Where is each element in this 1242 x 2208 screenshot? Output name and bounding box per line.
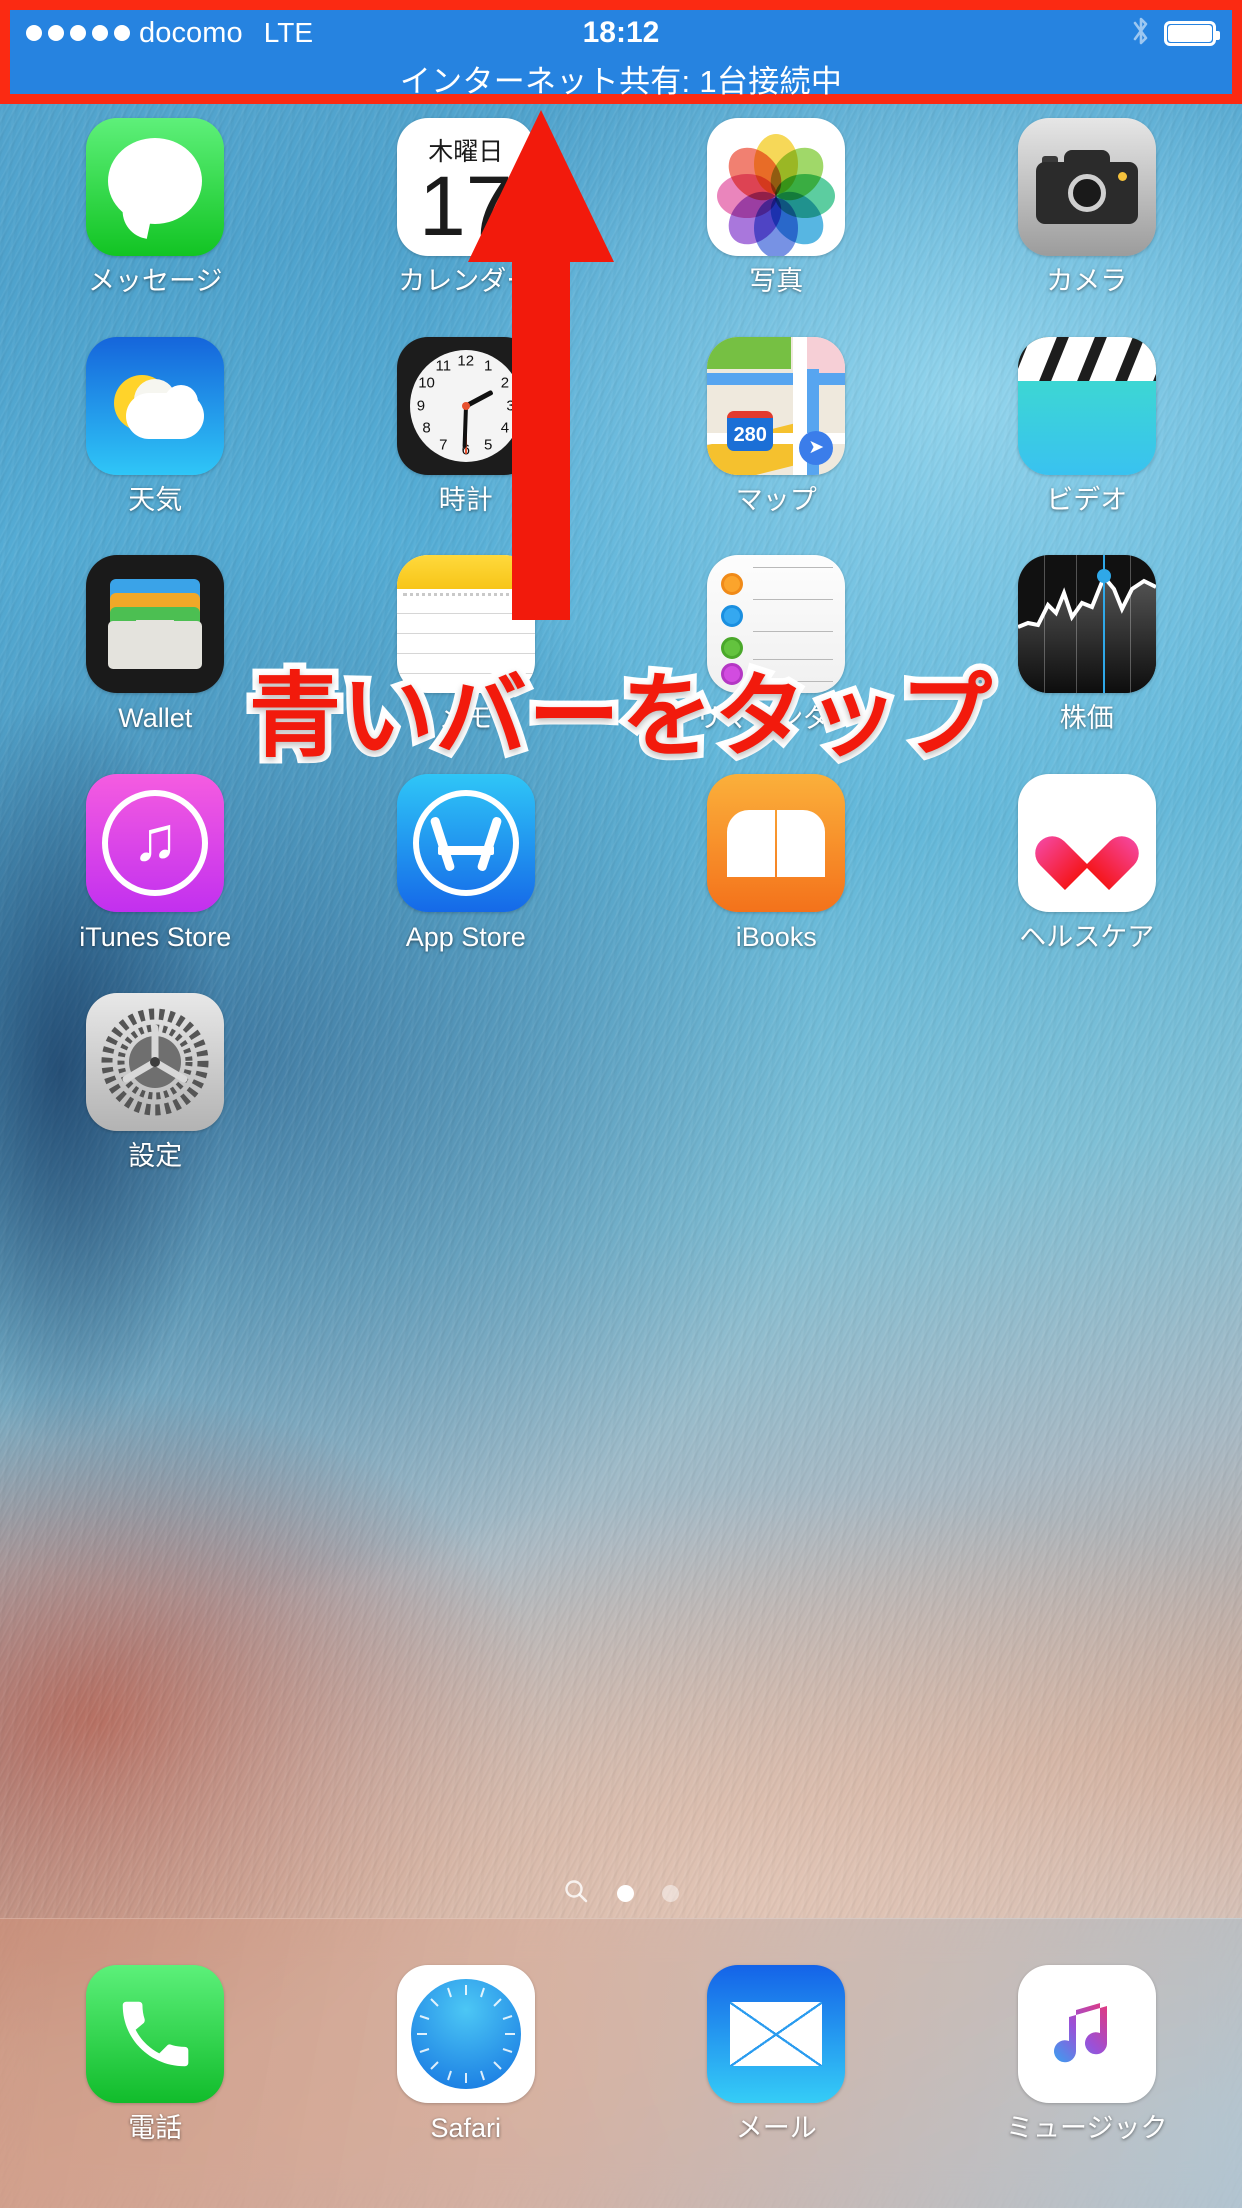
itunes-store-icon[interactable]: ♫: [86, 774, 225, 913]
page-dot-2[interactable]: [662, 1885, 679, 1902]
app-messages[interactable]: メッセージ: [0, 118, 311, 297]
iphone-home-screen: docomo LTE 18:12 インターネット共有: 1台接続中 メッセージ: [0, 0, 1242, 2208]
battery-full-icon: [1164, 20, 1220, 46]
app-label: 写真: [749, 266, 804, 296]
callout-text: 青いバーをタップ: [242, 657, 998, 777]
app-app-store[interactable]: App Store: [311, 774, 622, 953]
app-label: App Store: [405, 922, 526, 953]
app-label: 時計: [438, 484, 493, 515]
phone-icon[interactable]: [86, 1965, 225, 2103]
camera-icon[interactable]: [1017, 118, 1156, 256]
app-label: カレンダー: [398, 266, 534, 296]
page-indicator: [0, 1878, 1242, 1909]
ibooks-icon[interactable]: [707, 774, 846, 913]
page-dot-1[interactable]: [617, 1885, 634, 1902]
settings-gear-icon[interactable]: [86, 992, 225, 1131]
dock-label: Safari: [430, 2113, 502, 2143]
app-itunes-store[interactable]: ♫ iTunes Store: [0, 774, 311, 953]
app-label: メッセージ: [88, 266, 223, 296]
app-store-icon[interactable]: [396, 774, 535, 913]
messages-icon[interactable]: [86, 118, 225, 256]
calendar-icon[interactable]: 木曜日 17: [396, 118, 535, 256]
dock: 電話 Safari メール ミュージック: [0, 1918, 1242, 2208]
app-health[interactable]: ヘルスケア: [932, 774, 1242, 953]
app-camera[interactable]: カメラ: [932, 118, 1242, 297]
photos-icon[interactable]: [707, 118, 846, 256]
weather-icon[interactable]: [86, 336, 225, 475]
videos-icon[interactable]: [1017, 336, 1156, 475]
health-icon[interactable]: [1017, 774, 1156, 913]
status-bar[interactable]: docomo LTE 18:12 インターネット共有: 1台接続中: [10, 10, 1232, 99]
app-clock[interactable]: 12 1 2 3 4 5 6 7 8 9 10 11: [311, 336, 622, 516]
status-bar-top-row: docomo LTE 18:12: [10, 10, 1232, 56]
app-photos[interactable]: 写真: [621, 118, 932, 297]
navigation-arrow-icon: ➤: [799, 430, 834, 465]
map-route-shield: 280: [727, 410, 774, 451]
dock-label: ミュージック: [1006, 2113, 1168, 2143]
app-label: マップ: [735, 484, 817, 515]
status-bar-clock: 18:12: [582, 16, 660, 49]
dock-safari[interactable]: Safari: [311, 1965, 622, 2144]
app-label: 天気: [128, 484, 183, 515]
mail-envelope-icon[interactable]: [707, 1965, 846, 2103]
dock-label: 電話: [128, 2113, 183, 2143]
dock-mail[interactable]: メール: [621, 1965, 932, 2144]
dock-music[interactable]: ミュージック: [932, 1965, 1242, 2144]
search-icon[interactable]: [563, 1878, 589, 1909]
clock-icon[interactable]: 12 1 2 3 4 5 6 7 8 9 10 11: [396, 336, 535, 475]
music-note-icon[interactable]: [1017, 1965, 1156, 2103]
hotspot-banner[interactable]: インターネット共有: 1台接続中: [10, 54, 1232, 102]
app-weather[interactable]: 天気: [0, 336, 311, 516]
app-settings[interactable]: 設定: [0, 992, 311, 1172]
app-label: カメラ: [1046, 266, 1128, 296]
dock-label: メール: [735, 2113, 817, 2143]
app-videos[interactable]: ビデオ: [932, 336, 1242, 516]
app-label: iTunes Store: [79, 922, 232, 953]
hotspot-highlight-frame: docomo LTE 18:12 インターネット共有: 1台接続中: [0, 0, 1242, 104]
app-label: ヘルスケア: [1019, 922, 1155, 953]
app-label: 設定: [128, 1140, 183, 1171]
app-label: ビデオ: [1046, 484, 1128, 515]
app-label: iBooks: [735, 922, 817, 953]
maps-icon[interactable]: 280 ➤: [707, 336, 846, 475]
bluetooth-icon: [1130, 14, 1152, 53]
safari-compass-icon[interactable]: [396, 1965, 535, 2103]
calendar-day: 17: [419, 158, 513, 253]
app-calendar[interactable]: 木曜日 17 カレンダー: [311, 118, 622, 297]
dock-phone[interactable]: 電話: [0, 1965, 311, 2144]
app-ibooks[interactable]: iBooks: [621, 774, 932, 953]
app-maps[interactable]: 280 ➤ マップ: [621, 336, 932, 516]
status-bar-right: [1130, 14, 1220, 53]
